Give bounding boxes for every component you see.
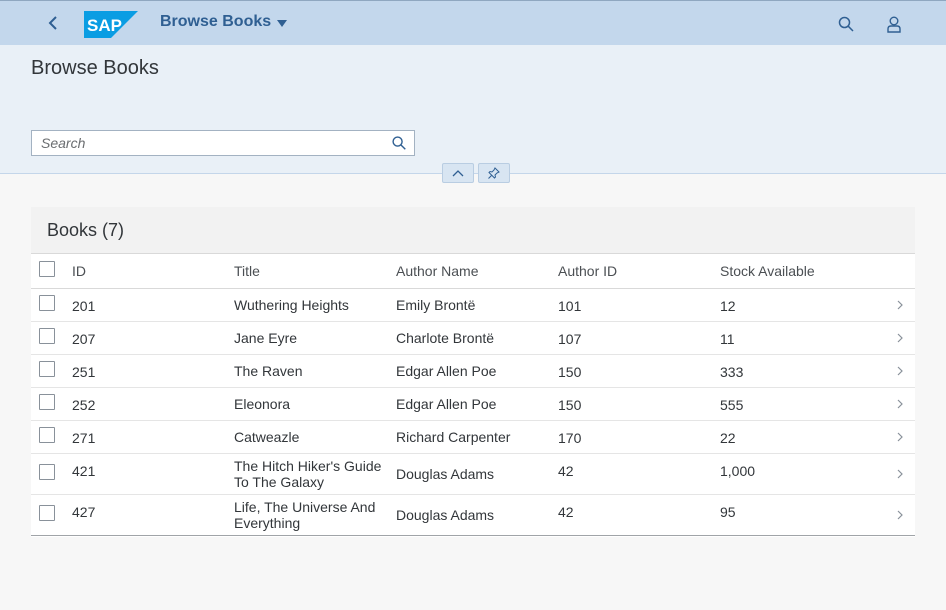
table-row[interactable]: 252 Eleonora Edgar Allen Poe 150 555	[31, 387, 915, 421]
cell-id: 207	[72, 321, 234, 355]
page-title: Browse Books	[31, 57, 159, 79]
app-title: Browse Books	[160, 13, 272, 30]
row-navigation[interactable]	[885, 366, 915, 376]
cell-stock: 22	[720, 420, 885, 454]
cell-id: 427	[72, 494, 234, 536]
search-field[interactable]	[31, 130, 415, 156]
logo-text: SAP	[87, 16, 122, 35]
cell-author-name: Douglas Adams	[396, 494, 558, 536]
table-row[interactable]: 207 Jane Eyre Charlote Brontë 107 11	[31, 321, 915, 355]
cell-stock: 11	[720, 321, 885, 355]
cell-stock: 555	[720, 387, 885, 421]
chevron-right-icon	[897, 432, 903, 441]
search-button[interactable]	[833, 11, 859, 37]
cell-id: 201	[72, 288, 234, 322]
row-navigation[interactable]	[885, 300, 915, 310]
page-header: Browse Books	[0, 45, 946, 174]
chevron-right-icon	[897, 300, 903, 309]
chevron-up-icon	[452, 170, 464, 177]
cell-title: The Raven	[234, 354, 396, 388]
table-row[interactable]: 427 Life, The Universe And Everything Do…	[31, 494, 915, 536]
cell-author-id: 170	[558, 420, 720, 454]
cell-author-id: 107	[558, 321, 720, 355]
cell-author-id: 150	[558, 387, 720, 421]
table-row[interactable]: 251 The Raven Edgar Allen Poe 150 333	[31, 354, 915, 388]
cell-stock: 1,000	[720, 453, 885, 495]
row-checkbox[interactable]	[39, 505, 55, 521]
chevron-right-icon	[897, 333, 903, 342]
pin-icon	[488, 167, 500, 179]
table-row[interactable]: 201 Wuthering Heights Emily Brontë 101 1…	[31, 288, 915, 322]
column-header-author-name[interactable]: Author Name	[396, 254, 558, 289]
cell-author-id: 101	[558, 288, 720, 322]
select-all-checkbox[interactable]	[39, 261, 55, 278]
cell-author-name: Douglas Adams	[396, 453, 558, 495]
table-toolbar: Books (7)	[31, 207, 915, 254]
cell-title: Life, The Universe And Everything	[234, 494, 396, 536]
cell-title: Catweazle	[234, 420, 396, 454]
cell-title: Wuthering Heights	[234, 288, 396, 322]
chevron-right-icon	[897, 469, 903, 478]
row-navigation[interactable]	[885, 399, 915, 409]
books-table-panel: Books (7) ID Title Author Name Author ID…	[31, 207, 915, 537]
chevron-right-icon	[897, 510, 903, 519]
cell-title: Eleonora	[234, 387, 396, 421]
search-input[interactable]	[32, 132, 384, 154]
row-checkbox[interactable]	[39, 361, 55, 377]
cell-author-id: 150	[558, 354, 720, 388]
row-navigation[interactable]	[885, 333, 915, 343]
back-button[interactable]	[36, 10, 70, 36]
table-header-row: ID Title Author Name Author ID Stock Ava…	[31, 254, 915, 289]
cell-stock: 95	[720, 494, 885, 536]
cell-author-name: Richard Carpenter	[396, 420, 558, 454]
cell-id: 421	[72, 453, 234, 495]
sap-logo: SAP	[84, 11, 138, 38]
user-button[interactable]	[881, 11, 907, 37]
cell-stock: 12	[720, 288, 885, 322]
caret-down-icon	[277, 19, 288, 27]
row-checkbox[interactable]	[39, 464, 55, 480]
cell-author-id: 42	[558, 453, 720, 495]
row-checkbox[interactable]	[39, 295, 55, 311]
cell-stock: 333	[720, 354, 885, 388]
cell-author-name: Edgar Allen Poe	[396, 387, 558, 421]
search-icon	[838, 16, 854, 32]
column-header-id[interactable]: ID	[72, 254, 234, 289]
pin-header-button[interactable]	[478, 163, 510, 183]
row-checkbox[interactable]	[39, 328, 55, 344]
shell-bar: SAP Browse Books	[0, 0, 946, 45]
search-submit-button[interactable]	[384, 131, 414, 155]
cell-title: Jane Eyre	[234, 321, 396, 355]
cell-id: 251	[72, 354, 234, 388]
cell-id: 271	[72, 420, 234, 454]
column-header-title[interactable]: Title	[234, 254, 396, 289]
column-header-author-id[interactable]: Author ID	[558, 254, 720, 289]
column-header-stock-available[interactable]: Stock Available	[720, 254, 885, 289]
row-navigation[interactable]	[885, 432, 915, 442]
search-icon	[392, 136, 406, 150]
user-icon	[887, 16, 901, 33]
cell-author-name: Edgar Allen Poe	[396, 354, 558, 388]
row-checkbox[interactable]	[39, 427, 55, 443]
table-row[interactable]: 421 The Hitch Hiker's Guide To The Galax…	[31, 453, 915, 495]
row-navigation[interactable]	[885, 469, 915, 479]
chevron-right-icon	[897, 399, 903, 408]
table-title: Books (7)	[47, 219, 125, 240]
cell-author-name: Emily Brontë	[396, 288, 558, 322]
cell-id: 252	[72, 387, 234, 421]
cell-author-id: 42	[558, 494, 720, 536]
cell-title: The Hitch Hiker's Guide To The Galaxy	[234, 453, 396, 495]
row-checkbox[interactable]	[39, 394, 55, 410]
row-navigation[interactable]	[885, 510, 915, 520]
table-row[interactable]: 271 Catweazle Richard Carpenter 170 22	[31, 420, 915, 454]
books-table: ID Title Author Name Author ID Stock Ava…	[31, 254, 915, 536]
chevron-left-icon	[48, 16, 57, 30]
cell-author-name: Charlote Brontë	[396, 321, 558, 355]
app-title-menu[interactable]: Browse Books	[160, 13, 288, 31]
chevron-right-icon	[897, 366, 903, 375]
collapse-header-button[interactable]	[442, 163, 474, 183]
